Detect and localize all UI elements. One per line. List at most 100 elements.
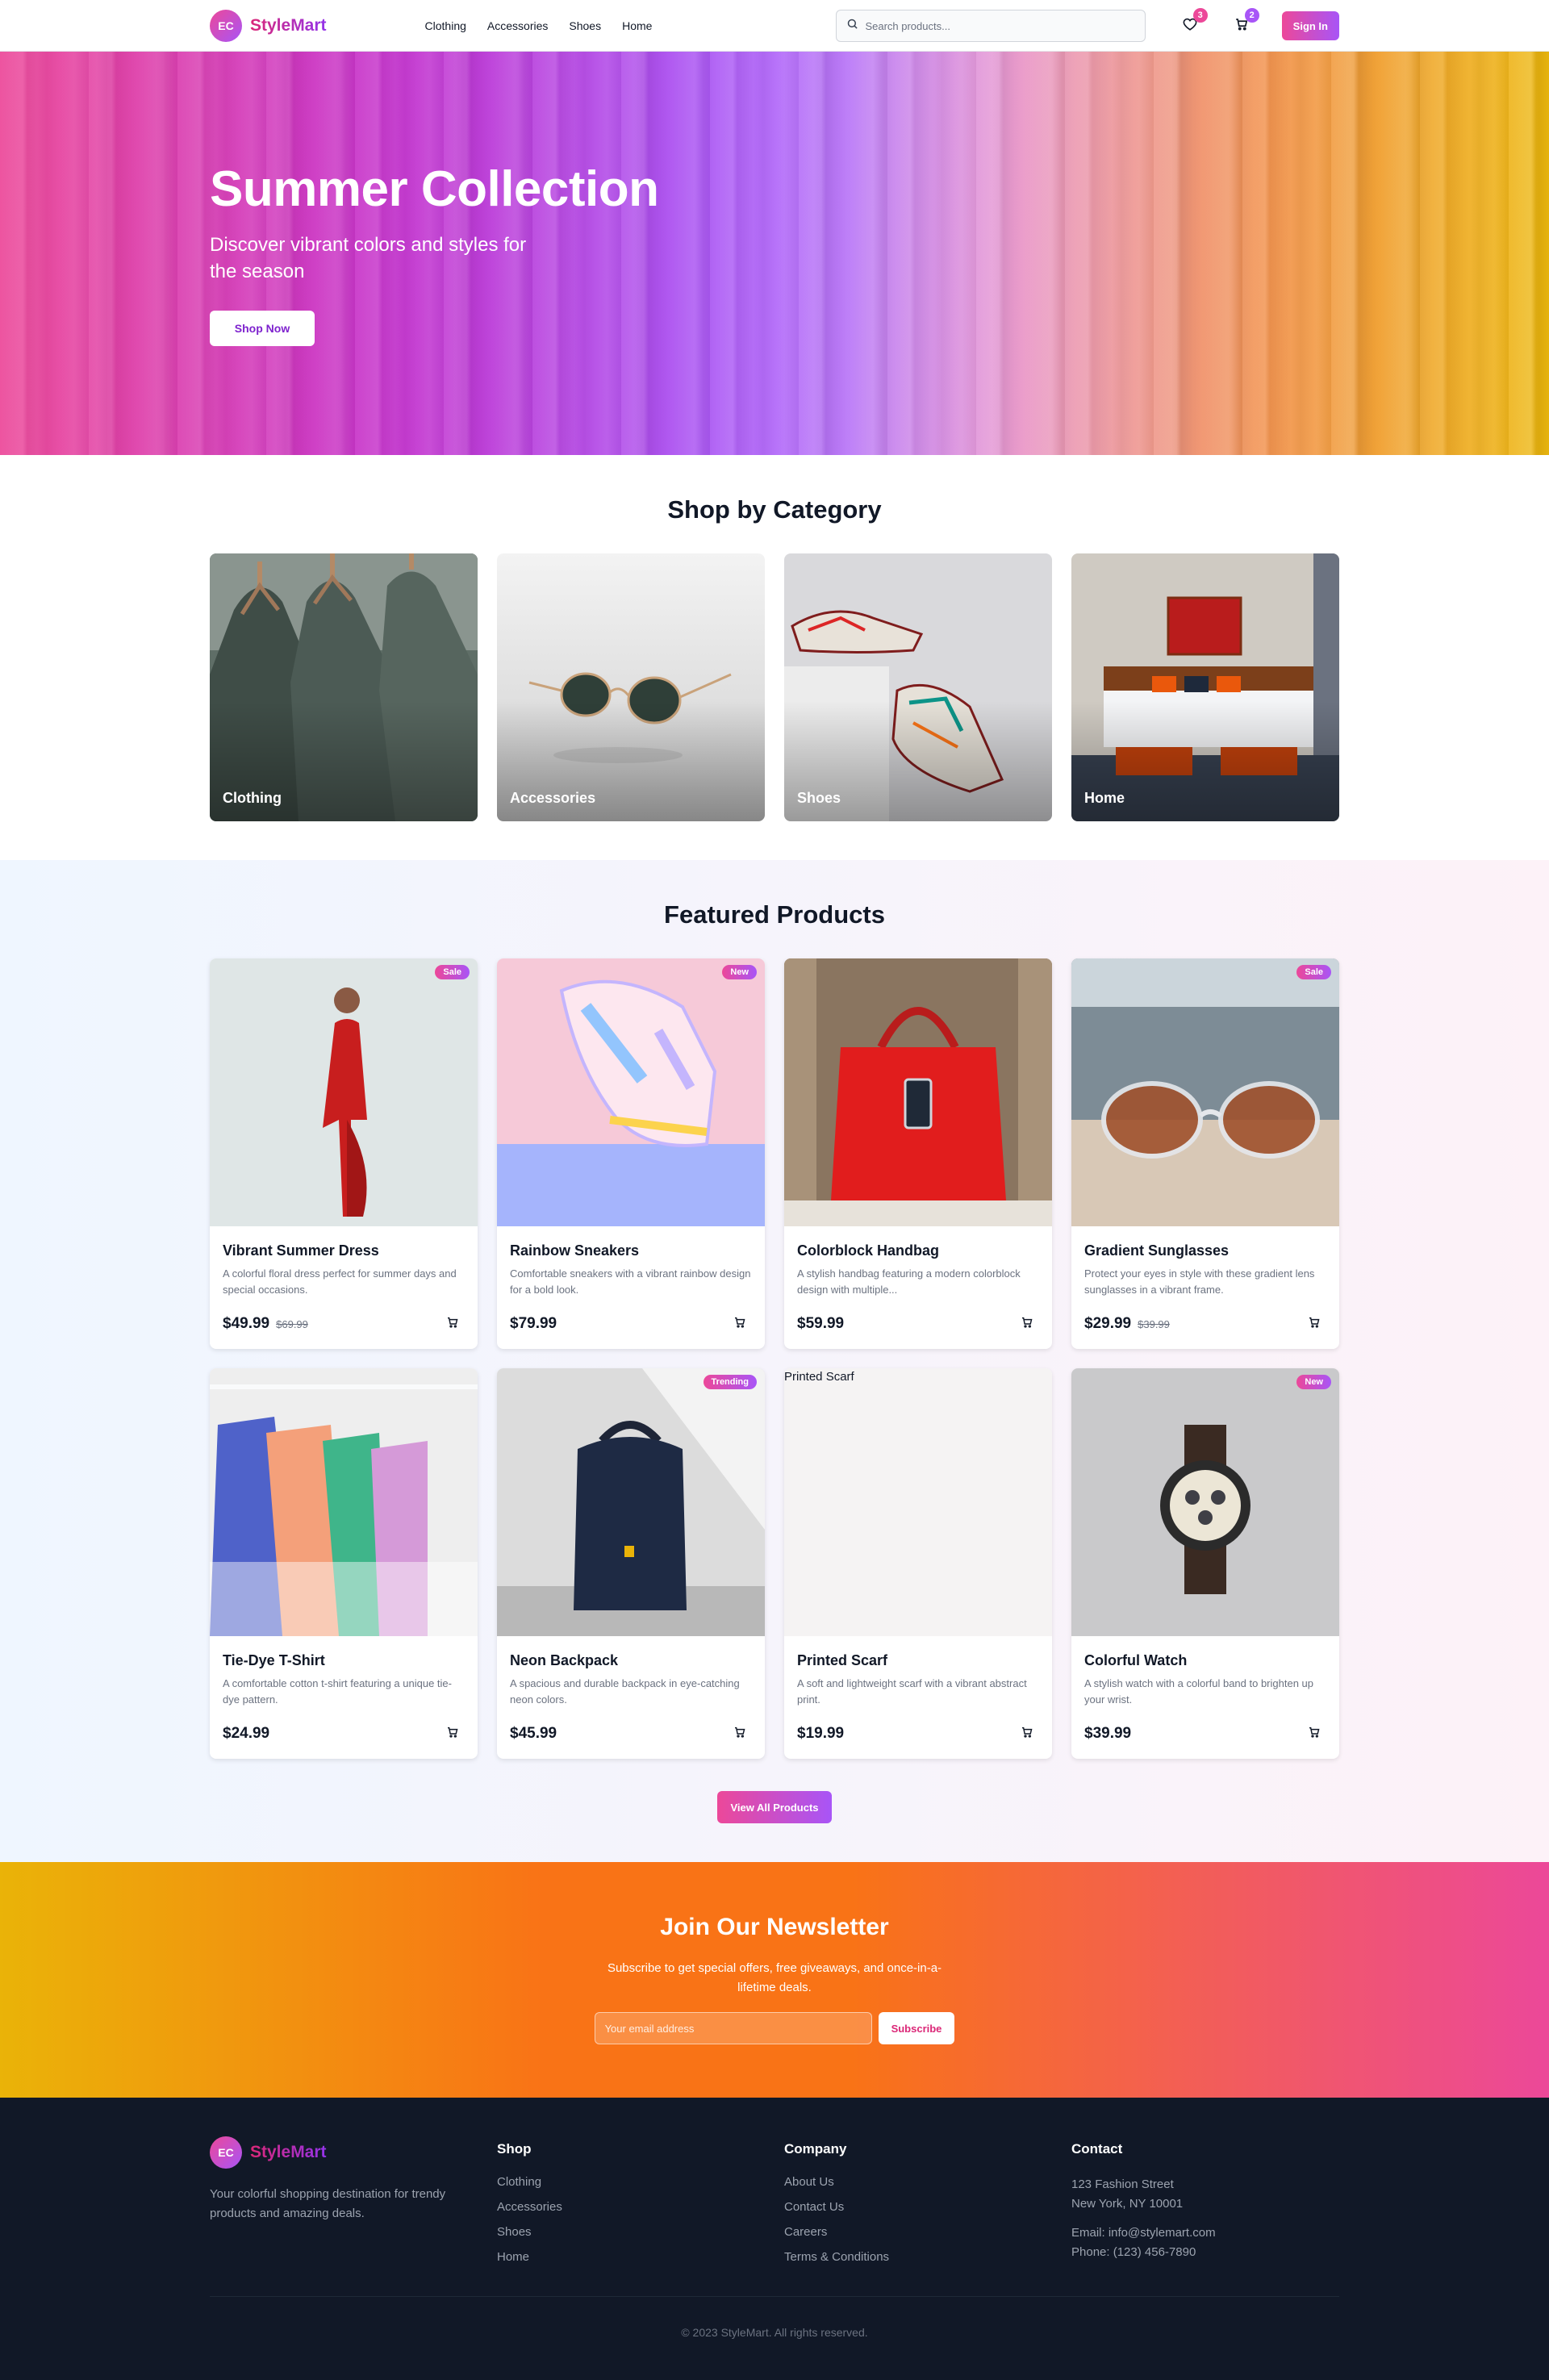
product-image[interactable]: New <box>497 958 765 1226</box>
footer-link-home[interactable]: Home <box>497 2250 765 2264</box>
product-price: $79.99 <box>510 1315 557 1332</box>
subscribe-button[interactable]: Subscribe <box>878 2012 955 2044</box>
add-to-cart-button[interactable] <box>1015 1312 1039 1336</box>
cart-count-badge: 2 <box>1244 8 1259 23</box>
footer-logo[interactable]: EC StyleMart <box>210 2136 478 2169</box>
cart-icon <box>446 1726 459 1743</box>
product-image[interactable] <box>784 958 1052 1226</box>
product-price: $29.99 <box>1084 1315 1132 1332</box>
category-label: Accessories <box>510 790 596 806</box>
wishlist-count-badge: 3 <box>1192 8 1208 23</box>
product-image[interactable]: Printed Scarf <box>784 1368 1052 1636</box>
product-price: $45.99 <box>510 1725 557 1742</box>
cart-button[interactable]: 2 <box>1230 8 1259 37</box>
product-price: $19.99 <box>797 1725 845 1742</box>
product-card[interactable]: New Colorful Watch A stylish watch with … <box>1071 1368 1339 1759</box>
footer-link-careers[interactable]: Careers <box>784 2225 1052 2239</box>
product-card[interactable]: Trending Neon Backpack A spacious and du… <box>497 1368 765 1759</box>
top-navbar: EC StyleMart Clothing Accessories Shoes … <box>0 0 1549 52</box>
footer-link-terms[interactable]: Terms & Conditions <box>784 2250 1052 2264</box>
product-image[interactable]: New <box>1071 1368 1339 1636</box>
product-image[interactable]: Trending <box>497 1368 765 1636</box>
nav-link-home[interactable]: Home <box>622 19 652 32</box>
cart-icon <box>1308 1316 1321 1333</box>
main-nav: Clothing Accessories Shoes Home <box>425 19 653 32</box>
product-image[interactable]: Sale <box>210 958 478 1226</box>
category-label: Shoes <box>797 790 841 806</box>
product-image[interactable]: Sale <box>1071 958 1339 1226</box>
category-card-shade <box>497 553 765 821</box>
newsletter-section: Join Our Newsletter Subscribe to get spe… <box>0 1862 1549 2098</box>
footer-link-shoes[interactable]: Shoes <box>497 2225 765 2239</box>
product-card[interactable]: Tie-Dye T-Shirt A comfortable cotton t-s… <box>210 1368 478 1759</box>
product-old-price: $69.99 <box>276 1318 308 1330</box>
search-box <box>836 10 1146 42</box>
product-description: A stylish handbag featuring a modern col… <box>797 1267 1021 1296</box>
product-grid: Sale Vibrant Summer Dress A colorful flo… <box>210 958 1339 1759</box>
product-card[interactable]: Sale Gradient Sunglasses Protect your ey… <box>1071 958 1339 1349</box>
brand-name: StyleMart <box>250 16 327 35</box>
footer-company-title: Company <box>784 2141 847 2157</box>
cart-icon <box>1021 1316 1033 1333</box>
dress-photo <box>210 958 478 1226</box>
view-all-products-button[interactable]: View All Products <box>717 1791 832 1823</box>
newsletter-text: Subscribe to get special offers, free gi… <box>607 1961 942 1994</box>
category-label: Clothing <box>223 790 282 806</box>
product-card[interactable]: Printed Scarf Printed Scarf A soft and l… <box>784 1368 1052 1759</box>
footer-email: Email: info@stylemart.com <box>1071 2226 1216 2240</box>
product-name[interactable]: Printed Scarf <box>797 1652 1039 1669</box>
add-to-cart-button[interactable] <box>1015 1722 1039 1746</box>
broken-image-alt-text: Printed Scarf <box>784 1370 854 1384</box>
search-input[interactable] <box>865 19 1136 32</box>
product-name[interactable]: Gradient Sunglasses <box>1084 1242 1326 1259</box>
nav-link-shoes[interactable]: Shoes <box>569 19 601 32</box>
cart-icon <box>1308 1726 1321 1743</box>
footer-about-text: Your colorful shopping destination for t… <box>210 2187 446 2220</box>
copyright-text: © 2023 StyleMart. All rights reserved. <box>681 2326 868 2339</box>
product-card[interactable]: Colorblock Handbag A stylish handbag fea… <box>784 958 1052 1349</box>
add-to-cart-button[interactable] <box>728 1722 752 1746</box>
add-to-cart-button[interactable] <box>1302 1722 1326 1746</box>
brand-logo[interactable]: EC StyleMart <box>210 10 327 42</box>
newsletter-email-input[interactable] <box>594 2012 872 2044</box>
sign-in-button[interactable]: Sign In <box>1281 11 1339 40</box>
category-card-accessories[interactable]: Accessories <box>497 553 765 821</box>
footer-link-contact[interactable]: Contact Us <box>784 2200 1052 2214</box>
category-section-title: Shop by Category <box>667 495 882 524</box>
add-to-cart-button[interactable] <box>728 1312 752 1336</box>
product-image[interactable] <box>210 1368 478 1636</box>
cart-icon <box>1021 1726 1033 1743</box>
shop-now-button[interactable]: Shop Now <box>210 310 315 346</box>
category-card-shoes[interactable]: Shoes <box>784 553 1052 821</box>
category-card-shade <box>1071 553 1339 821</box>
footer-company-column: Company About Us Contact Us Careers Term… <box>784 2136 1052 2275</box>
product-name[interactable]: Vibrant Summer Dress <box>223 1242 465 1259</box>
footer-address-line2: New York, NY 10001 <box>1071 2197 1184 2211</box>
footer-link-clothing[interactable]: Clothing <box>497 2175 765 2189</box>
product-tag: New <box>722 965 757 979</box>
footer-link-about[interactable]: About Us <box>784 2175 1052 2189</box>
product-card[interactable]: New Rainbow Sneakers Comfortable sneaker… <box>497 958 765 1349</box>
category-label: Home <box>1084 790 1125 806</box>
wishlist-button[interactable]: 3 <box>1179 8 1208 37</box>
category-card-clothing[interactable]: Clothing <box>210 553 478 821</box>
newsletter-form: Subscribe <box>0 2012 1549 2044</box>
search-icon <box>846 18 858 34</box>
product-name[interactable]: Colorful Watch <box>1084 1652 1326 1669</box>
add-to-cart-button[interactable] <box>440 1312 465 1336</box>
product-name[interactable]: Tie-Dye T-Shirt <box>223 1652 465 1669</box>
category-card-home[interactable]: Home <box>1071 553 1339 821</box>
nav-link-accessories[interactable]: Accessories <box>487 19 548 32</box>
add-to-cart-button[interactable] <box>1302 1312 1326 1336</box>
sneakers-photo <box>497 958 765 1226</box>
brand-name: StyleMart <box>250 2143 327 2161</box>
product-tag: New <box>1296 1375 1331 1389</box>
product-name[interactable]: Neon Backpack <box>510 1652 752 1669</box>
nav-link-clothing[interactable]: Clothing <box>425 19 466 32</box>
product-name[interactable]: Colorblock Handbag <box>797 1242 1039 1259</box>
footer-link-accessories[interactable]: Accessories <box>497 2200 765 2214</box>
footer-phone: Phone: (123) 456-7890 <box>1071 2245 1196 2259</box>
product-card[interactable]: Sale Vibrant Summer Dress A colorful flo… <box>210 958 478 1349</box>
product-name[interactable]: Rainbow Sneakers <box>510 1242 752 1259</box>
add-to-cart-button[interactable] <box>440 1722 465 1746</box>
